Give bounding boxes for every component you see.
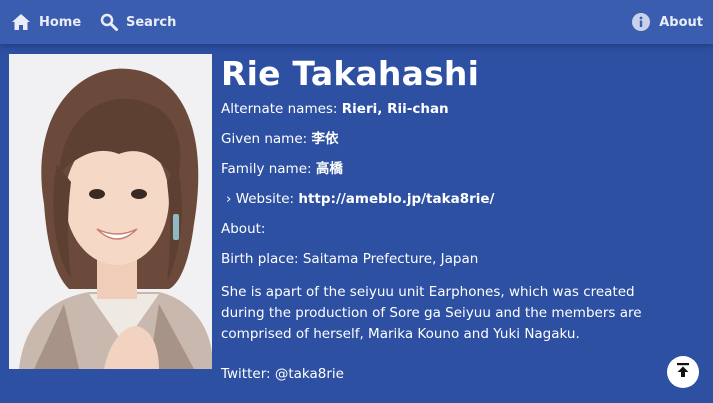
info-icon bbox=[631, 12, 651, 32]
search-icon bbox=[100, 13, 118, 31]
family-name-label: Family name: bbox=[221, 161, 316, 177]
home-icon bbox=[11, 13, 31, 31]
back-to-top-button[interactable] bbox=[667, 356, 699, 388]
nav-about-link[interactable]: About bbox=[631, 0, 703, 44]
profile-photo bbox=[9, 54, 212, 369]
nav-home-label: Home bbox=[39, 14, 82, 30]
biography-paragraph: She is apart of the seiyuu unit Earphone… bbox=[221, 284, 642, 342]
alternate-names-value: Rieri, Rii-chan bbox=[341, 101, 449, 117]
top-navigation-bar: Home Search About bbox=[0, 0, 713, 44]
given-name-value: 李依 bbox=[311, 131, 339, 147]
birth-place: Birth place: Saitama Prefecture, Japan bbox=[221, 251, 479, 267]
website-row: › Website: http://ameblo.jp/taka8rie/ bbox=[221, 190, 701, 208]
website-label: › Website: bbox=[226, 191, 299, 207]
given-name-label: Given name: bbox=[221, 131, 312, 147]
twitter-handle: Twitter: @taka8rie bbox=[221, 366, 344, 382]
website-link[interactable]: http://ameblo.jp/taka8rie/ bbox=[298, 191, 494, 207]
given-name-row: Given name: 李依 bbox=[221, 130, 701, 148]
nav-search-link[interactable]: Search bbox=[100, 0, 176, 44]
alternate-names-row: Alternate names: Rieri, Rii-chan bbox=[221, 100, 701, 118]
page-title: Rie Takahashi bbox=[221, 54, 480, 93]
alternate-names-label: Alternate names: bbox=[221, 101, 342, 117]
about-heading: About: bbox=[221, 221, 266, 237]
nav-home-link[interactable]: Home bbox=[11, 0, 81, 44]
arrow-up-to-line-icon bbox=[675, 362, 691, 382]
family-name-value: 高橋 bbox=[315, 161, 343, 177]
nav-about-label: About bbox=[659, 14, 703, 30]
profile-details: Rie Takahashi Alternate names: Rieri, Ri… bbox=[221, 52, 701, 383]
nav-search-label: Search bbox=[126, 14, 177, 30]
family-name-row: Family name: 高橋 bbox=[221, 160, 701, 178]
